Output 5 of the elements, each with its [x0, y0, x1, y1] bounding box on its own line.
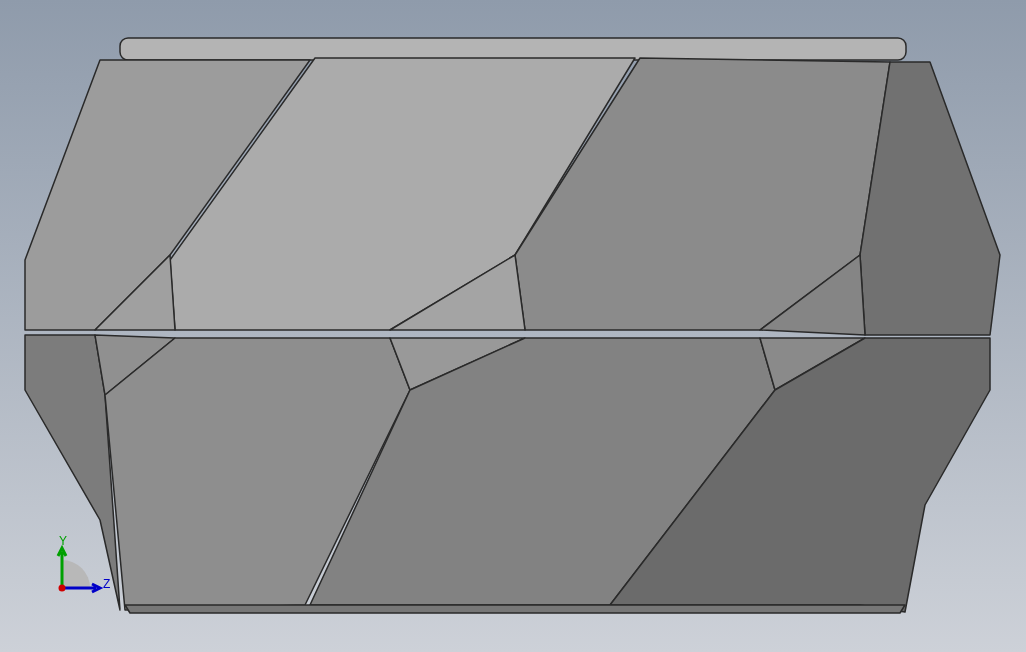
axis-label: Y — [59, 534, 67, 548]
origin-dot — [58, 584, 66, 592]
triad-plane-icon — [62, 560, 90, 588]
3d-viewport[interactable]: Y Z — [0, 0, 1026, 652]
axis-label: Z — [103, 577, 111, 591]
